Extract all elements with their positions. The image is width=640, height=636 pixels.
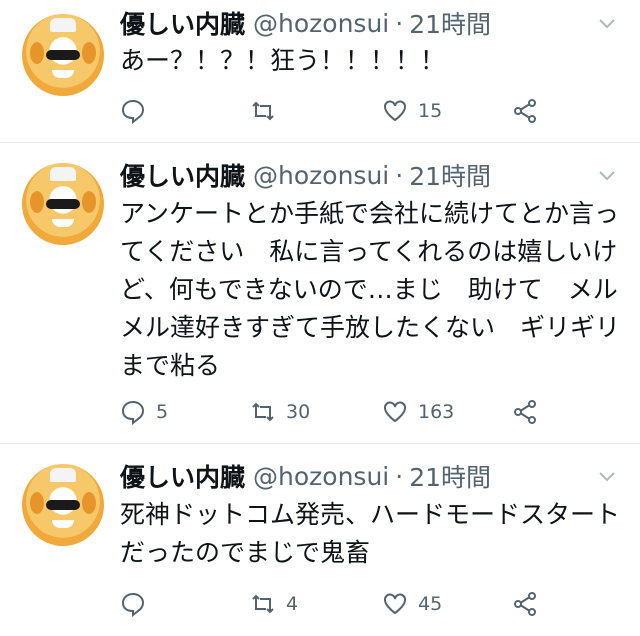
separator: · bbox=[395, 461, 404, 491]
avatar[interactable] bbox=[22, 163, 104, 245]
avatar-hat bbox=[50, 18, 76, 32]
reply-button[interactable]: 5 bbox=[120, 397, 168, 427]
retweet-icon bbox=[252, 594, 274, 614]
share-icon bbox=[514, 400, 536, 424]
tweet-actions: 15 bbox=[120, 96, 540, 126]
timestamp[interactable]: 21時間 bbox=[409, 458, 491, 494]
tweet-header: 優しい内臓 @hozonsui · 21時間 bbox=[120, 6, 491, 40]
author-handle[interactable]: @hozonsui bbox=[253, 462, 389, 491]
tweet[interactable]: 優しい内臓 @hozonsui · 21時間 あー？！？！狂う！！！！！ 15 bbox=[0, 0, 640, 142]
retweet-button[interactable]: 30 bbox=[250, 397, 310, 427]
heart-icon bbox=[384, 401, 406, 423]
avatar-mouth bbox=[52, 70, 74, 78]
chevron-down-icon[interactable] bbox=[598, 6, 620, 40]
author-name[interactable]: 優しい内臓 bbox=[120, 458, 245, 494]
retweet-icon bbox=[252, 101, 274, 121]
reply-icon bbox=[121, 592, 145, 617]
reply-button[interactable] bbox=[120, 589, 156, 619]
tweet-header: 優しい内臓 @hozonsui · 21時間 bbox=[120, 158, 491, 192]
tweet-actions: 4 45 bbox=[120, 589, 540, 619]
avatar-ear bbox=[82, 42, 96, 64]
author-handle[interactable]: @hozonsui bbox=[253, 161, 389, 190]
like-count: 45 bbox=[418, 593, 443, 615]
avatar-glasses bbox=[46, 500, 80, 510]
avatar-ear bbox=[82, 191, 96, 213]
retweet-button[interactable]: 4 bbox=[250, 589, 298, 619]
retweet-button[interactable] bbox=[250, 96, 286, 126]
share-button[interactable] bbox=[512, 397, 548, 427]
retweet-count: 4 bbox=[286, 593, 299, 615]
reply-button[interactable] bbox=[120, 96, 156, 126]
heart-icon bbox=[384, 100, 406, 122]
avatar-mouth bbox=[52, 520, 74, 528]
heart-icon bbox=[384, 593, 406, 615]
separator: · bbox=[395, 160, 404, 190]
avatar-ear bbox=[30, 191, 44, 213]
avatar-glasses bbox=[46, 50, 80, 60]
chevron-down-icon[interactable] bbox=[598, 158, 620, 192]
author-name[interactable]: 優しい内臓 bbox=[120, 5, 245, 41]
tweet-text: あー？！？！狂う！！！！！ bbox=[120, 46, 446, 75]
retweet-count: 30 bbox=[286, 401, 311, 423]
retweet-icon bbox=[252, 402, 274, 422]
like-button[interactable]: 45 bbox=[382, 589, 442, 619]
tweet[interactable]: 優しい内臓 @hozonsui · 21時間 アンケートとか手紙で会社に続けてと… bbox=[0, 143, 640, 443]
avatar-mouth bbox=[52, 219, 74, 227]
share-button[interactable] bbox=[512, 96, 548, 126]
reply-icon bbox=[121, 99, 145, 124]
share-icon bbox=[514, 592, 536, 616]
tweet-text: アンケートとか手紙で会社に続けてとか言ってください 私に言ってくれるのは嬉しいけ… bbox=[120, 199, 621, 380]
timestamp[interactable]: 21時間 bbox=[409, 5, 491, 41]
tweet-header: 優しい内臓 @hozonsui · 21時間 bbox=[120, 459, 491, 493]
avatar-hat bbox=[50, 167, 76, 181]
avatar-ear bbox=[30, 42, 44, 64]
avatar[interactable] bbox=[22, 14, 104, 96]
like-count: 15 bbox=[418, 100, 443, 122]
tweet-text: 死神ドットコム発売、ハードモードスタートだったのでまじで鬼畜 bbox=[120, 500, 621, 567]
avatar-glasses bbox=[46, 199, 80, 209]
like-button[interactable]: 163 bbox=[382, 397, 454, 427]
tweet[interactable]: 優しい内臓 @hozonsui · 21時間 死神ドットコム発売、ハードモードス… bbox=[0, 444, 640, 636]
author-name[interactable]: 優しい内臓 bbox=[120, 157, 245, 193]
share-button[interactable] bbox=[512, 589, 548, 619]
author-handle[interactable]: @hozonsui bbox=[253, 9, 389, 38]
reply-count: 5 bbox=[156, 401, 169, 423]
avatar[interactable] bbox=[22, 464, 104, 546]
avatar-ear bbox=[30, 492, 44, 514]
avatar-hat bbox=[50, 468, 76, 482]
reply-icon bbox=[121, 400, 145, 425]
like-button[interactable]: 15 bbox=[382, 96, 442, 126]
timestamp[interactable]: 21時間 bbox=[409, 157, 491, 193]
share-icon bbox=[514, 99, 536, 123]
separator: · bbox=[395, 8, 404, 38]
tweet-actions: 5 30 163 bbox=[120, 397, 540, 427]
avatar-ear bbox=[82, 492, 96, 514]
like-count: 163 bbox=[418, 401, 455, 423]
chevron-down-icon[interactable] bbox=[598, 459, 620, 493]
